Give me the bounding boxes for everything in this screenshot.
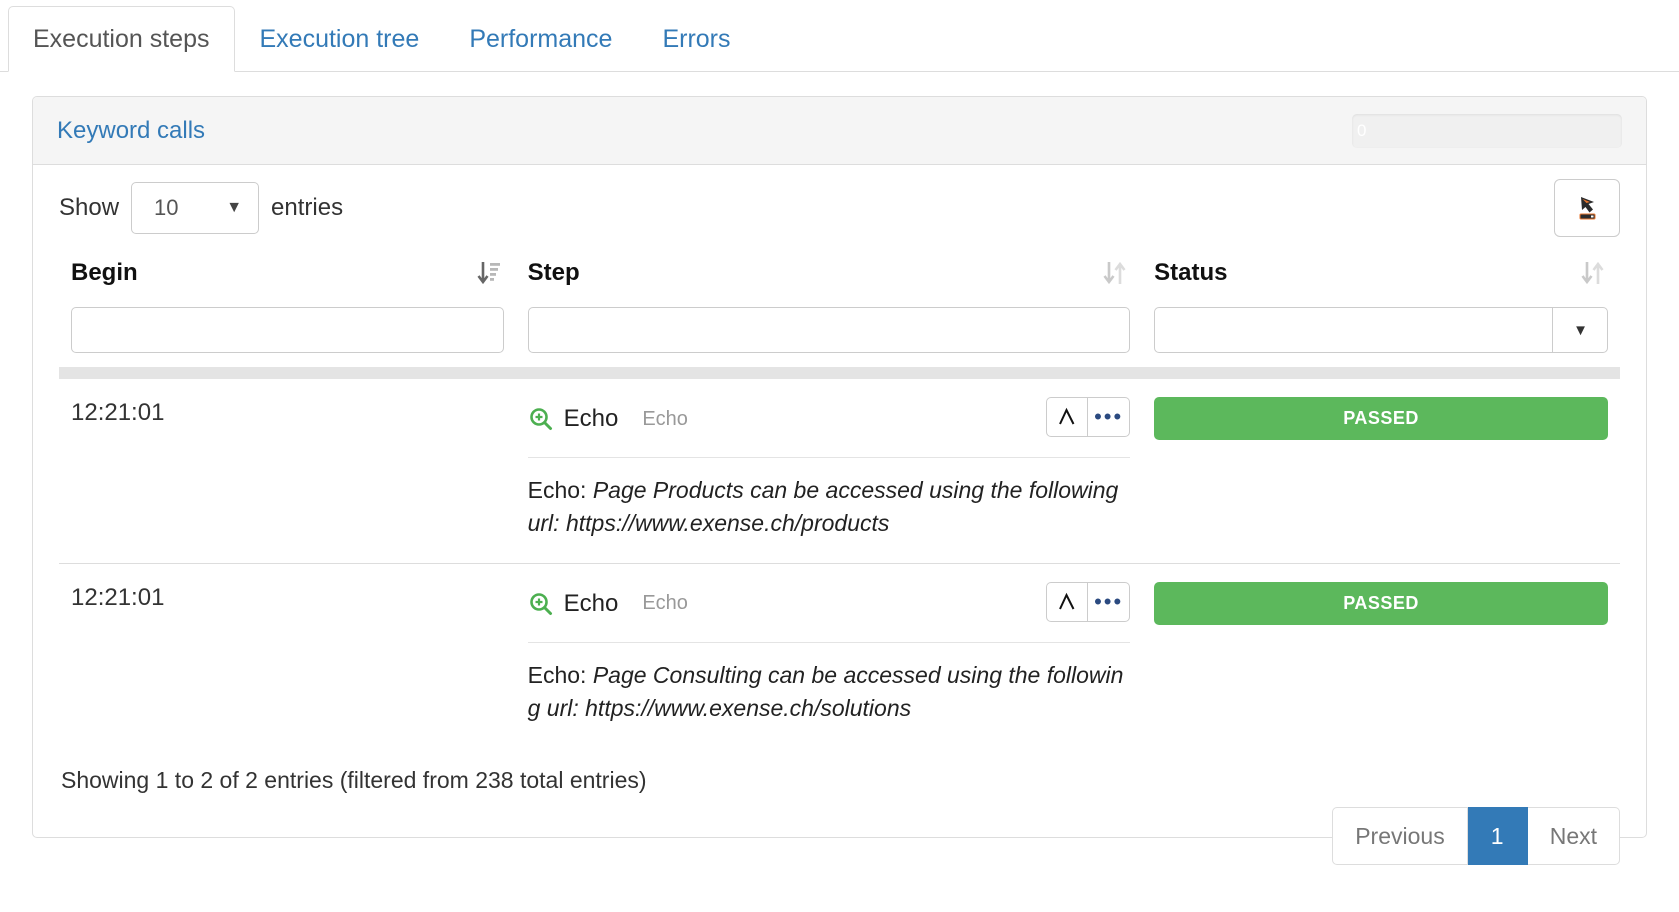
column-header-status-label: Status: [1154, 259, 1228, 286]
step-message-wrap: Echo: Page Products can be accessed usin…: [527, 457, 1131, 541]
entries-label: entries: [271, 194, 344, 221]
table-footer: Showing 1 to 2 of 2 entries (filtered fr…: [59, 767, 1620, 887]
panel-title: Keyword calls: [57, 116, 206, 144]
step-message: Echo: Page Products can be accessed usin…: [528, 474, 1131, 541]
cell-step: Echo Echo •••: [515, 562, 1143, 748]
more-options-button[interactable]: •••: [1088, 397, 1131, 437]
tab-execution-steps[interactable]: Execution steps: [8, 6, 235, 72]
pagination-page-1-label: 1: [1490, 822, 1504, 849]
message-label: Echo:: [527, 477, 587, 503]
ellipsis-icon: •••: [1094, 404, 1124, 429]
page-length-select[interactable]: 10 ▼: [131, 182, 260, 234]
progress-bar: 0: [1352, 114, 1622, 148]
step-header: Echo Echo •••: [528, 395, 1131, 443]
tab-performance-label: Performance: [469, 25, 613, 53]
tab-execution-tree[interactable]: Execution tree: [235, 6, 445, 72]
tab-performance[interactable]: Performance: [444, 6, 637, 72]
step-message-wrap: Echo: Page Consulting can be accessed us…: [527, 641, 1131, 726]
table-row[interactable]: 12:21:01 Echo Echo: [59, 562, 1620, 748]
cell-begin: 12:21:01: [59, 562, 516, 748]
message-body: Page Consulting can be accessed using th…: [527, 661, 1124, 722]
export-icon: [1579, 197, 1596, 220]
keyword-calls-panel: Keyword calls 0 Show 10 ▼ entries Begin …: [32, 96, 1647, 866]
search-plus-icon: [529, 408, 552, 430]
step-header: Echo Echo •••: [528, 580, 1131, 628]
panel-heading: Keyword calls 0: [33, 97, 1646, 165]
cell-status: PASSED: [1142, 562, 1620, 748]
begin-time: 12:21:01: [71, 583, 165, 611]
panel-body: Show 10 ▼ entries Begin Step Status ▼ 12…: [33, 165, 1646, 887]
row-actions: •••: [1046, 397, 1131, 437]
tab-execution-steps-label: Execution steps: [33, 25, 210, 53]
table-row[interactable]: 12:21:01 Echo Echo: [59, 379, 1620, 563]
sort-descending-icon: [477, 262, 500, 285]
pagination-page-1[interactable]: 1: [1467, 807, 1528, 866]
ellipsis-icon: •••: [1094, 588, 1124, 614]
filter-input-begin[interactable]: [71, 307, 504, 353]
pagination-next-label: Next: [1549, 822, 1597, 849]
column-header-begin[interactable]: Begin: [59, 251, 516, 307]
status-badge: PASSED: [1154, 397, 1608, 440]
tab-errors[interactable]: Errors: [637, 6, 755, 72]
pagination: Previous 1 Next: [1332, 807, 1620, 866]
table-toolbar: Show 10 ▼ entries: [59, 165, 1620, 251]
keyword-subname: Echo: [642, 407, 688, 430]
lambda-icon: [1059, 592, 1075, 610]
table-header-row: Begin Step Status: [59, 251, 1620, 307]
step-message: Echo: Page Consulting can be accessed us…: [528, 659, 1131, 726]
table-separator-row: [59, 367, 1620, 379]
sort-none-icon: [1103, 261, 1126, 285]
message-body: Page Products can be accessed using the …: [527, 477, 1119, 537]
filter-cell-begin: [59, 307, 516, 367]
keyword-subname: Echo: [642, 592, 688, 615]
table-info: Showing 1 to 2 of 2 entries (filtered fr…: [61, 767, 647, 794]
table-filter-row: ▼: [59, 307, 1620, 367]
lambda-button[interactable]: [1046, 581, 1089, 622]
column-header-status[interactable]: Status: [1142, 251, 1620, 307]
begin-time: 12:21:01: [71, 399, 165, 426]
column-header-step-label: Step: [527, 259, 580, 286]
pagination-next[interactable]: Next: [1527, 807, 1620, 866]
progress-value: 0: [1357, 121, 1367, 140]
column-header-begin-label: Begin: [71, 259, 138, 286]
row-actions: •••: [1046, 581, 1131, 622]
message-label: Echo:: [527, 661, 587, 688]
filter-cell-status: ▼: [1142, 307, 1620, 367]
cell-step: Echo Echo •••: [516, 379, 1143, 563]
show-label: Show: [59, 194, 120, 221]
status-badge: PASSED: [1154, 581, 1608, 625]
cell-begin: 12:21:01: [59, 379, 516, 563]
export-button[interactable]: [1554, 179, 1620, 237]
table-head: Begin Step Status ▼: [59, 251, 1620, 379]
filter-input-step[interactable]: [527, 307, 1131, 353]
tab-bar: Execution steps Execution tree Performan…: [0, 0, 1679, 72]
filter-select-status[interactable]: [1154, 307, 1608, 353]
lambda-icon: [1059, 407, 1075, 425]
table-separator-bar: [59, 367, 1620, 379]
lambda-button[interactable]: [1046, 397, 1089, 437]
search-plus-icon: [529, 592, 552, 615]
chevron-down-icon: ▼: [226, 199, 243, 216]
filter-status-wrap: ▼: [1154, 307, 1608, 353]
page-length-value: 10: [154, 195, 179, 220]
keyword-name: Echo: [563, 589, 619, 617]
table-separator-cell: [59, 367, 1620, 379]
keyword-calls-table: Begin Step Status ▼ 12:21:01 Echo Echo •…: [59, 251, 1620, 748]
pagination-previous[interactable]: Previous: [1332, 807, 1468, 866]
sort-none-icon: [1581, 261, 1604, 285]
tab-errors-label: Errors: [662, 25, 731, 53]
tab-execution-tree-label: Execution tree: [259, 25, 420, 53]
filter-cell-step: [516, 307, 1143, 367]
cell-status: PASSED: [1142, 379, 1620, 563]
keyword-name: Echo: [563, 405, 619, 432]
pagination-previous-label: Previous: [1355, 822, 1445, 849]
more-options-button[interactable]: •••: [1088, 581, 1131, 622]
table-body: 12:21:01 Echo Echo ••• Echo: Page Produc…: [59, 379, 1620, 748]
column-header-step[interactable]: Step: [516, 251, 1143, 307]
